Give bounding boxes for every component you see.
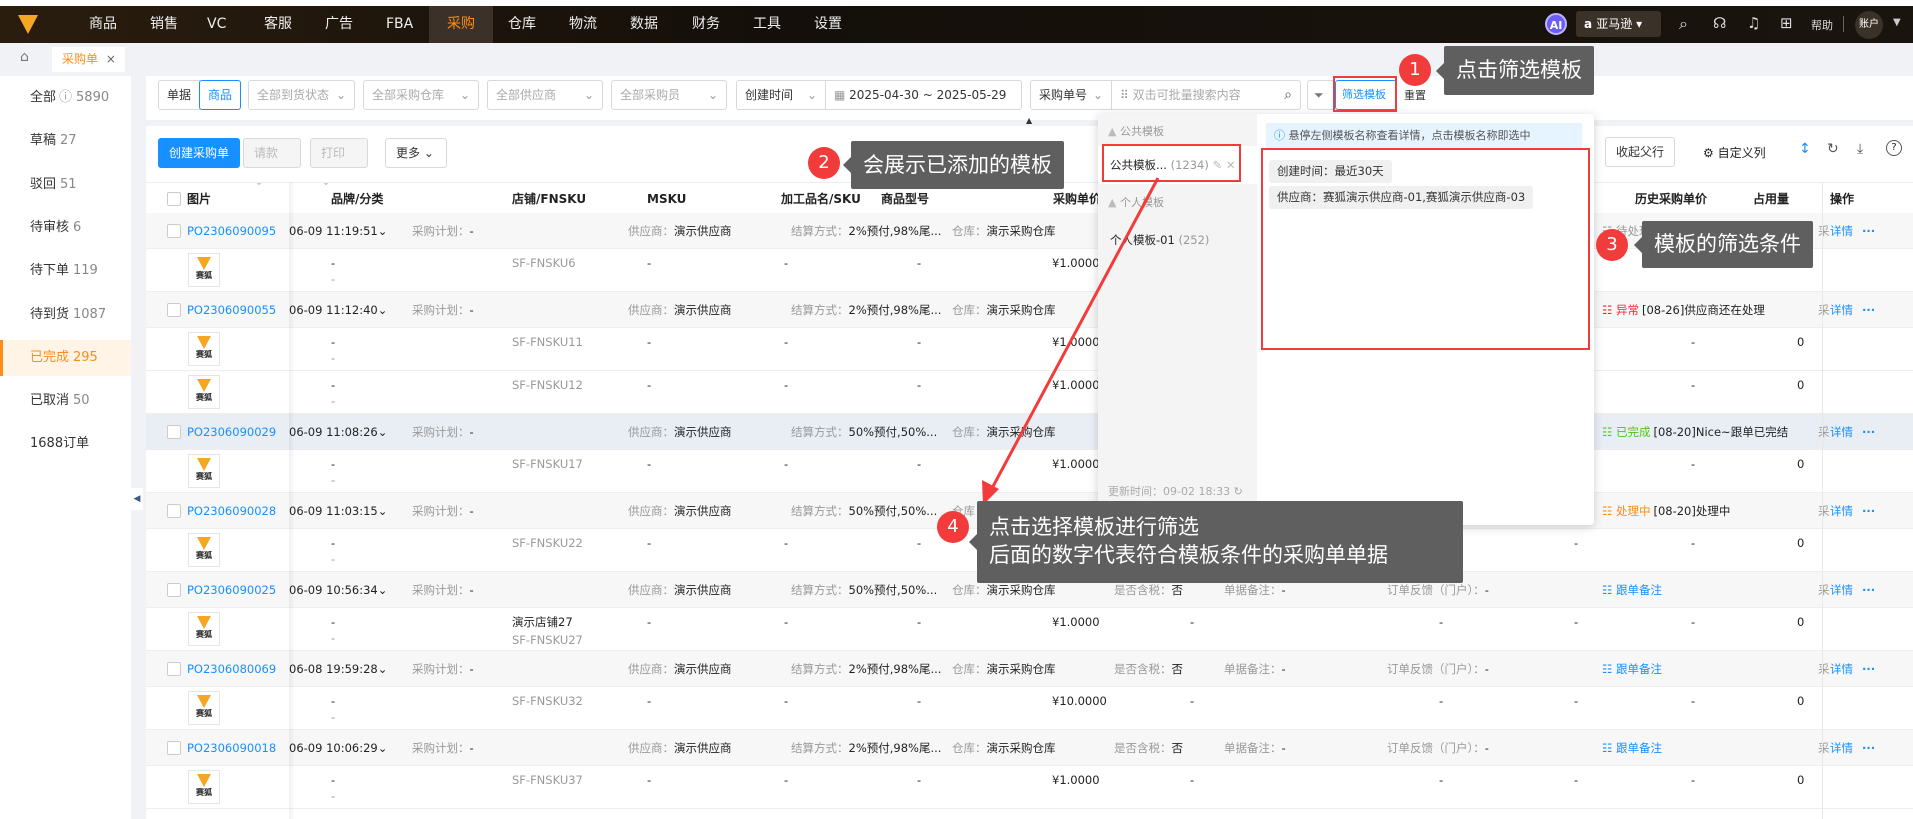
step-4-note: 点击选择模板进行筛选 后面的数字代表符合模板条件的采购单单据: [969, 501, 1463, 583]
step-3-note: 模板的筛选条件: [1634, 221, 1813, 268]
step-1-badge: 1: [1399, 54, 1431, 86]
annotation-arrow: [982, 177, 1160, 505]
step-4-badge: 4: [937, 511, 969, 543]
step-4-line2: 后面的数字代表符合模板条件的采购单单据: [989, 543, 1388, 567]
step-3-badge: 3: [1596, 229, 1628, 261]
step-2-badge: 2: [808, 147, 840, 179]
step-1-note: 点击筛选模板: [1436, 46, 1594, 95]
step-2-note: 会展示已添加的模板: [843, 141, 1064, 189]
arrow-line: [988, 177, 1160, 493]
step-4-line1: 点击选择模板进行筛选: [989, 515, 1199, 539]
